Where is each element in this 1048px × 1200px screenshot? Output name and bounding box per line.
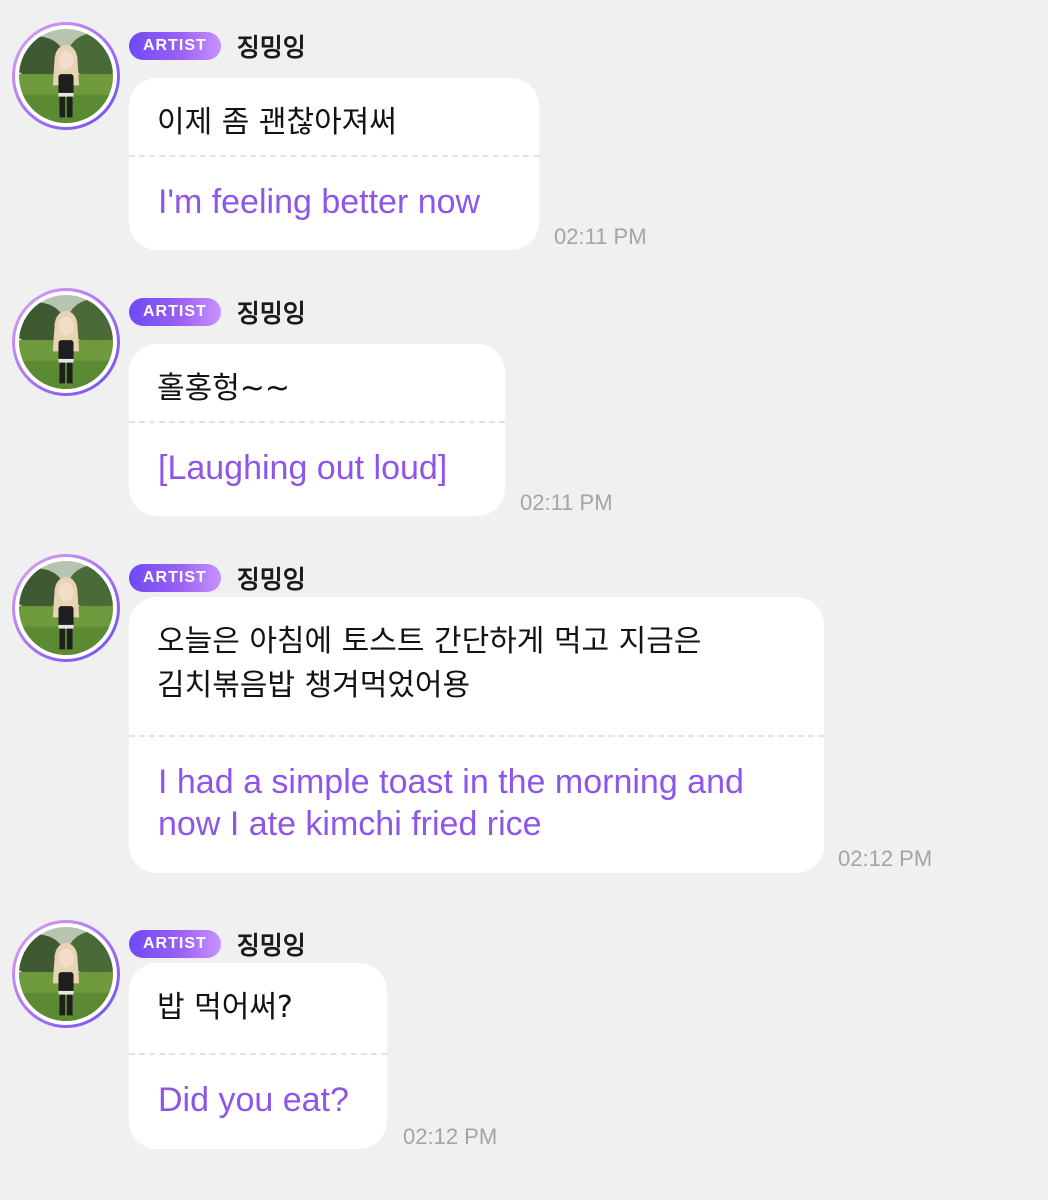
profile-photo-icon — [19, 927, 113, 1021]
translation-divider — [129, 1053, 387, 1055]
translation-text: I'm feeling better now — [158, 183, 481, 221]
message-timestamp: 02:11 PM — [554, 224, 647, 249]
translation-text: I had a simple toast in the morning and … — [158, 761, 800, 845]
artist-badge: ARTIST — [129, 930, 221, 958]
message-bubble[interactable]: 홀홍헝~~ [Laughing out loud] — [129, 344, 505, 516]
original-text: 밥 먹어써? — [157, 990, 293, 1025]
sender-name[interactable]: 징밍잉 — [237, 926, 306, 962]
avatar[interactable] — [12, 920, 120, 1028]
message-timestamp: 02:11 PM — [520, 490, 613, 515]
artist-badge: ARTIST — [129, 298, 221, 326]
translation-divider — [129, 421, 505, 423]
original-text: 오늘은 아침에 토스트 간단하게 먹고 지금은 김치볶음밥 챙겨먹었어용 — [129, 597, 824, 708]
original-text: 이제 좀 괜찮아져써 — [157, 105, 397, 140]
artist-badge: ARTIST — [129, 564, 221, 592]
avatar[interactable] — [12, 288, 120, 396]
message-bubble[interactable]: 이제 좀 괜찮아져써 I'm feeling better now — [129, 78, 539, 250]
translation-divider — [129, 735, 824, 737]
avatar[interactable] — [12, 22, 120, 130]
avatar-frame — [15, 291, 117, 393]
translation-text: [Laughing out loud] — [158, 449, 448, 487]
translation-text-line: I had a simple toast in the morning and — [158, 763, 744, 801]
original-text-line: 김치볶음밥 챙겨먹었어용 — [157, 668, 471, 703]
translation-text: Did you eat? — [158, 1081, 349, 1119]
sender-name[interactable]: 징밍잉 — [237, 294, 306, 330]
message-bubble[interactable]: 오늘은 아침에 토스트 간단하게 먹고 지금은 김치볶음밥 챙겨먹었어용 I h… — [129, 597, 824, 873]
avatar[interactable] — [12, 554, 120, 662]
message-bubble[interactable]: 밥 먹어써? Did you eat? — [129, 963, 387, 1149]
original-text: 홀홍헝~~ — [157, 371, 291, 406]
sender-name[interactable]: 징밍잉 — [237, 560, 306, 596]
artist-badge: ARTIST — [129, 32, 221, 60]
translation-text-line: now I ate kimchi fried rice — [158, 805, 542, 843]
message-header: ARTIST 징밍잉 — [129, 294, 306, 330]
avatar-frame — [15, 557, 117, 659]
profile-photo-icon — [19, 29, 113, 123]
avatar-frame — [15, 923, 117, 1025]
translation-divider — [129, 155, 539, 157]
message-timestamp: 02:12 PM — [403, 1124, 498, 1149]
profile-photo-icon — [19, 295, 113, 389]
profile-photo-icon — [19, 561, 113, 655]
sender-name[interactable]: 징밍잉 — [237, 28, 306, 64]
original-text-line: 오늘은 아침에 토스트 간단하게 먹고 지금은 — [157, 624, 702, 659]
avatar-frame — [15, 25, 117, 127]
message-header: ARTIST 징밍잉 — [129, 560, 306, 596]
message-timestamp: 02:12 PM — [838, 846, 933, 871]
message-header: ARTIST 징밍잉 — [129, 926, 306, 962]
message-header: ARTIST 징밍잉 — [129, 28, 306, 64]
